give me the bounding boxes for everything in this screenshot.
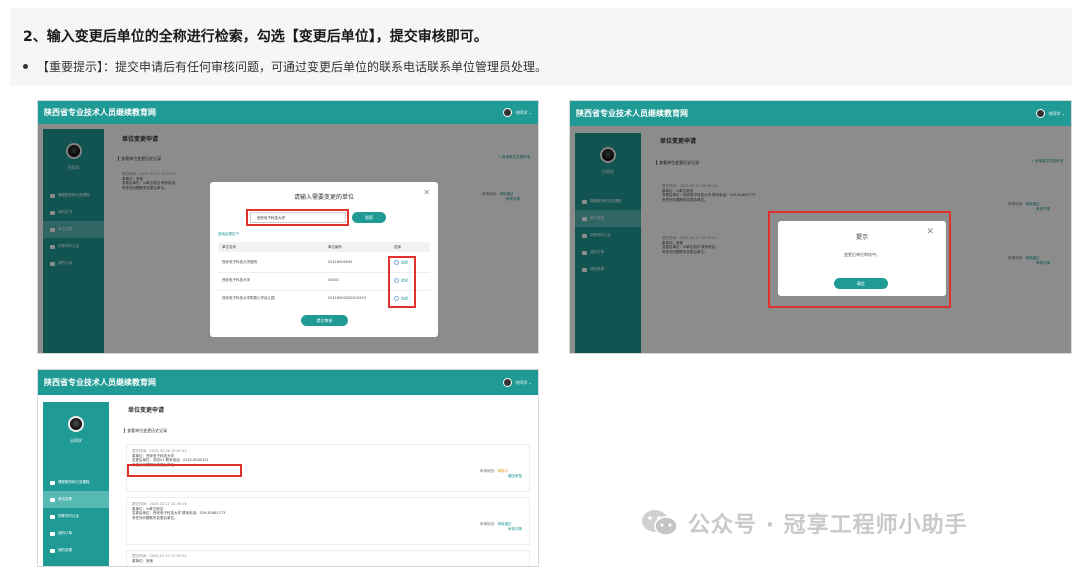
- result-label: 搜索结果如下：: [218, 232, 243, 236]
- swap-icon: [50, 497, 55, 502]
- user-name: 吕同学: [70, 438, 82, 443]
- top-bar: 陕西省专业技术人员继续教育网 刘同学 ⌄: [38, 101, 538, 124]
- user-menu[interactable]: 刘同学 ⌄: [503, 378, 532, 387]
- main-content: 单位变更申请 ▎查看单位变更历史记录 提交时间：2025-02-26 10:07…: [116, 395, 538, 566]
- step-title: 2、输入变更后单位的全称进行检索，勾选【变更后单位】，提交审核即可。: [23, 29, 488, 45]
- watermark: 公众号 · 冠享工程师小助手: [640, 507, 968, 539]
- watermark-text: 公众号 · 冠享工程师小助手: [688, 513, 968, 538]
- modal-title: 请输入需要变更的单位: [293, 194, 354, 201]
- history-record: 提交时间：2025-01-17 17:07:52 原单位：其他: [132, 554, 187, 563]
- book-icon: [50, 480, 55, 485]
- detail-link[interactable]: 审核详情: [508, 527, 522, 531]
- instruction-panel: 2、输入变更后单位的全称进行检索，勾选【变更后单位】，提交审核即可。 【重要提示…: [10, 8, 1072, 86]
- highlight-search: [246, 209, 349, 226]
- user-menu[interactable]: 刘同学 ⌄: [1036, 109, 1065, 118]
- highlight-select: [388, 256, 416, 308]
- search-button[interactable]: 搜索: [352, 212, 386, 223]
- avatar-icon: [503, 378, 513, 387]
- site-title: 陕西省专业技术人员继续教育网: [576, 109, 688, 118]
- badge-icon: [50, 514, 55, 519]
- site-title: 陕西省专业技术人员继续教育网: [44, 108, 156, 117]
- record-status: 申请状态：审核中 撤回审核: [480, 469, 522, 478]
- col-unit-code: 单位编号: [328, 245, 342, 249]
- tip-text: 【重要提示】：提交申请后有任何审核问题，可通过变更后单位的联系电话联系单位管理员…: [37, 60, 548, 74]
- sidebar-item-credit[interactable]: 同等学时认证: [43, 508, 109, 525]
- page-title: 单位变更申请: [128, 407, 165, 414]
- search-unit-modal: 请输入需要变更的单位 ✕ 西安电子科技大学 搜索 搜索结果如下： 单位名称 单位…: [210, 182, 438, 337]
- history-record: 提交时间：2025-02-17 14:59:16 原单位：lv单位测试 变更后单…: [132, 502, 226, 521]
- screenshot-1: 陕西省专业技术人员继续教育网 刘同学 ⌄ 吕同学 课程服务和已选课程 我的证书 …: [37, 100, 539, 354]
- submit-review-button[interactable]: 提交审核: [301, 315, 348, 326]
- highlight-new-record: [127, 464, 242, 477]
- avatar-icon: [1036, 109, 1046, 118]
- history-title: ▎查看单位变更历史记录: [124, 428, 168, 433]
- sidebar-item-unit-change[interactable]: 单位变更: [43, 491, 109, 508]
- list-icon: [50, 548, 55, 553]
- screenshot-2: 陕西省专业技术人员继续教育网 刘同学 ⌄ 吕同学 课程服务和已选课程 单位变更 …: [569, 100, 1072, 354]
- avatar: [68, 416, 84, 432]
- wechat-icon: [640, 508, 680, 538]
- top-bar: 陕西省专业技术人员继续教育网 刘同学 ⌄: [570, 101, 1071, 126]
- order-icon: [50, 531, 55, 536]
- sidebar-item-orders[interactable]: 我的订单: [43, 525, 109, 542]
- highlight-tip: [768, 211, 951, 308]
- page: 2、输入变更后单位的全称进行检索，勾选【变更后单位】，提交审核即可。 【重要提示…: [0, 0, 1080, 567]
- important-tip: 【重要提示】：提交申请后有任何审核问题，可通过变更后单位的联系电话联系单位管理员…: [23, 58, 547, 75]
- sidebar-item-courses[interactable]: 课程服务和已选课程: [43, 474, 109, 491]
- screenshot-3: 陕西省专业技术人员继续教育网 刘同学 ⌄ 吕同学 课程服务和已选课程 单位变更 …: [37, 369, 539, 567]
- record-status: 申请状态：审核通过 审核详情: [480, 522, 522, 531]
- user-menu[interactable]: 刘同学 ⌄: [503, 108, 532, 117]
- col-select: 选择: [394, 245, 401, 249]
- withdraw-link[interactable]: 撤回审核: [508, 474, 522, 478]
- sidebar: 吕同学 课程服务和已选课程 单位变更 同等学时认证 我的订单 我的选课: [43, 402, 109, 566]
- top-bar: 陕西省专业技术人员继续教育网 刘同学 ⌄: [38, 370, 538, 395]
- bullet-icon: [23, 64, 28, 69]
- close-icon[interactable]: ✕: [423, 188, 430, 197]
- sidebar-item-my-courses[interactable]: 我的选课: [43, 542, 109, 559]
- avatar-icon: [503, 108, 513, 117]
- col-unit-name: 单位名称: [222, 245, 236, 249]
- site-title: 陕西省专业技术人员继续教育网: [44, 378, 156, 387]
